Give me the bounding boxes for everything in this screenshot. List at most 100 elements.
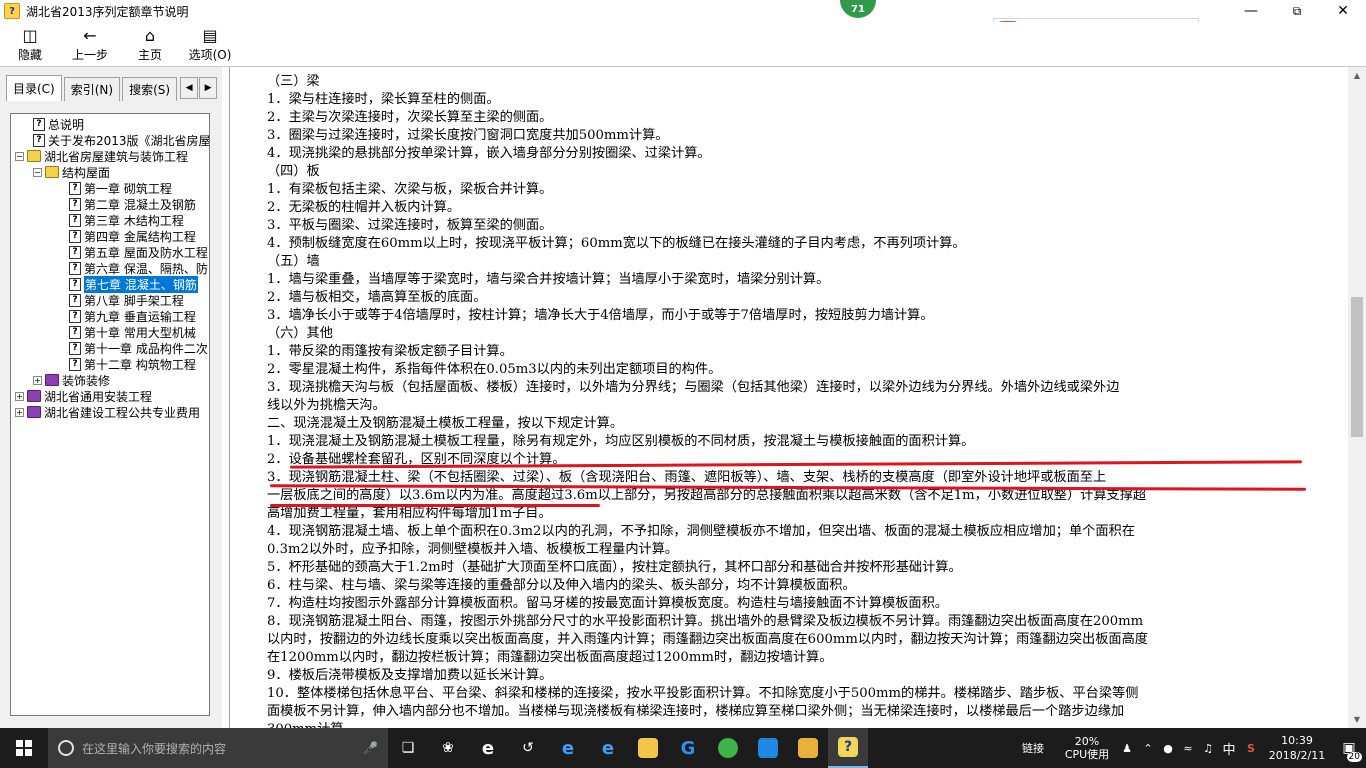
collapse-icon[interactable]: − [33,167,42,177]
content-line: 4．现浇挑梁的悬挑部分按单梁计算，嵌入墙身部分分别按圈梁、过梁计算。 [267,146,711,161]
topic-content: （三）梁 1．梁与柱连接时，梁长算至柱的侧面。 2．主梁与次梁连接时，次梁长算至主梁… [229,67,1348,728]
back-button[interactable]: ← 上一步 [60,22,120,66]
microphone-icon[interactable]: 🎤 [363,741,378,755]
task-view-button[interactable]: ❏ [388,728,428,768]
notification-center-button[interactable]: ▣ 20 [1332,728,1366,768]
scroll-down-button[interactable]: ▼ [1348,711,1366,728]
taskbar-app-notes[interactable] [788,728,828,768]
content-line: （四）板 [267,164,320,179]
taskbar-app-help[interactable]: ? [828,728,868,768]
tree-item[interactable]: ? 第七章 混凝土、钢筋 [69,275,198,293]
content-line: 2．主梁与次梁连接时，次梁长算至主梁的侧面。 [267,110,553,125]
fan-icon: ❀ [442,740,454,756]
tab-index[interactable]: 索引(N) [63,77,121,101]
tree-item[interactable]: ? 总说明 [33,116,84,132]
expand-icon[interactable]: + [15,407,24,417]
tree-item-label: 第一章 砌筑工程 [84,181,172,196]
tree-item-label: 结构屋面 [62,165,111,180]
contents-tree[interactable]: ? 总说明? 关于发布2013版《湖北省房屋 − 湖北省房屋建筑与装饰工程 − 结构屋面? 第… [10,113,210,716]
tree-item[interactable]: ? 第十二章 构筑物工程 [69,356,196,372]
tab-search[interactable]: 搜索(S) [122,77,178,101]
system-tray: 链接 20% CPU使用 ♟ ⌃ ● ≈ ♫ 中 S 10:39 2018/2/… [1022,728,1366,768]
collapse-icon[interactable]: − [15,151,24,161]
taskbar-app-g[interactable]: G [668,728,708,768]
content-line: 3．圈梁与过梁连接时，过梁长度按门窗洞口宽度共加500mm计算。 [267,128,669,143]
content-line: （五）墙 [267,254,320,269]
tree-item[interactable]: + 湖北省建设工程公共专业费用 [15,404,200,420]
tree-item-label: 第九章 垂直运输工程 [84,309,196,324]
maximize-button[interactable]: ⧉ [1274,0,1320,22]
tree-item[interactable]: ? 关于发布2013版《湖北省房屋 [33,132,209,148]
taskbar-app-fan[interactable]: ❀ [428,728,468,768]
help-page-icon: ? [69,229,81,243]
tree-item[interactable]: ? 第十章 常用大型机械 [69,324,196,340]
hide-button[interactable]: ◫ 隐藏 [0,22,60,66]
help-app-icon: ? [838,737,858,757]
chevron-up-icon[interactable]: ⌃ [1138,742,1158,755]
tree-item[interactable]: + 装饰装修 [33,372,110,388]
tree-item[interactable]: ? 第八章 脚手架工程 [69,292,184,308]
taskbar-app-green[interactable] [708,728,748,768]
closed-book-icon [27,406,41,418]
taskbar-app-edge[interactable]: e [468,728,508,768]
help-page-icon: ? [33,133,45,147]
floating-badge[interactable]: 71 [840,0,876,18]
minimize-button[interactable]: — [1228,0,1274,22]
tree-item[interactable]: − 结构屋面 [33,164,110,180]
tree-item[interactable]: + 湖北省通用安装工程 [15,388,152,404]
tree-item[interactable]: ? 第六章 保温、隔热、防 [69,260,208,276]
ie-icon: e [601,737,615,759]
taskbar-app-spiral[interactable]: ↺ [508,728,548,768]
scroll-up-button[interactable]: ▲ [1348,67,1366,84]
tree-item[interactable]: − 湖北省房屋建筑与装饰工程 [15,148,188,164]
minimize-icon: — [1244,3,1258,19]
expand-icon[interactable]: + [33,375,42,385]
people-icon[interactable]: ♟ [1116,742,1138,755]
tab-scroll-right-button[interactable]: ▶ [199,77,218,99]
ime-lang-indicator[interactable]: 中 [1218,739,1240,758]
content-line: 7．构造柱均按图示外露部分计算模板面积。留马牙槎的按最宽面计算模板宽度。构造柱与… [267,596,948,611]
content-scrollbar[interactable]: ▲ ▼ [1348,67,1366,728]
close-button[interactable]: ✕ [1320,0,1366,22]
tab-contents[interactable]: 目录(C) [6,75,62,101]
tree-item[interactable]: ? 第十一章 成品构件二次 [69,340,208,356]
tree-item[interactable]: ? 第二章 混凝土及钢筋 [69,196,196,212]
link-toolbar-label[interactable]: 链接 [1022,740,1044,756]
taskbar-app-ie[interactable]: e [588,728,628,768]
cpu-meter[interactable]: 20% CPU使用 [1058,735,1116,761]
tree-item-label: 湖北省通用安装工程 [44,389,153,404]
content-line: 0.3m2以外时，应予扣除，洞侧壁模板并入墙、板模板工程量内计算。 [267,542,679,557]
sogou-tray-icon[interactable]: S [1240,742,1262,755]
tree-item-label: 第八章 脚手架工程 [84,293,184,308]
help-page-icon: ? [69,309,81,323]
windows-logo-icon [16,740,32,756]
scroll-thumb[interactable] [1351,297,1363,437]
tree-item-label: 第四章 金属结构工程 [84,229,196,244]
content-line: 3．平板与圈梁、过梁连接时，板算至梁的侧面。 [267,218,553,233]
taskbar-app-edge2[interactable]: e [548,728,588,768]
help-page-icon: ? [69,181,81,195]
tree-item-label: 湖北省建设工程公共专业费用 [44,405,201,420]
content-line: 1．带反梁的雨篷按有梁板定额子目计算。 [267,344,513,359]
tree-item[interactable]: ? 第九章 垂直运输工程 [69,308,196,324]
taskbar-app-explorer[interactable] [628,728,668,768]
tab-scroll-left-button[interactable]: ◀ [180,77,199,99]
taskbar-app-blue[interactable] [748,728,788,768]
tree-item[interactable]: ? 第三章 木结构工程 [69,212,184,228]
network-icon[interactable]: ● [1158,742,1178,755]
expand-icon[interactable]: + [15,391,24,401]
tree-item[interactable]: ? 第五章 屋面及防水工程 [69,244,208,260]
content-line: 1．现浇混凝土及钢筋混凝土模板工程量，除另有规定外，均应区别模板的不同材质，按混… [267,434,975,449]
volume-icon[interactable]: ♫ [1198,742,1218,755]
home-button[interactable]: ⌂ 主页 [120,22,180,66]
options-button[interactable]: ▤ 选项(O) [180,22,240,66]
tree-item-label: 第七章 混凝土、钢筋 [84,275,198,293]
wifi-icon[interactable]: ≈ [1178,742,1198,755]
content-line: 10．整体楼梯包括休息平台、平台梁、斜梁和楼梯的连接梁，按水平投影面积计算。不扣… [267,686,1139,701]
start-button[interactable] [0,728,48,768]
tree-item[interactable]: ? 第四章 金属结构工程 [69,228,196,244]
taskbar-search-box[interactable]: 在这里输入你要搜索的内容 🎤 [48,728,388,768]
tree-item-label: 湖北省房屋建筑与装饰工程 [44,149,189,164]
tree-item[interactable]: ? 第一章 砌筑工程 [69,180,172,196]
clock[interactable]: 10:39 2018/2/11 [1262,733,1332,763]
